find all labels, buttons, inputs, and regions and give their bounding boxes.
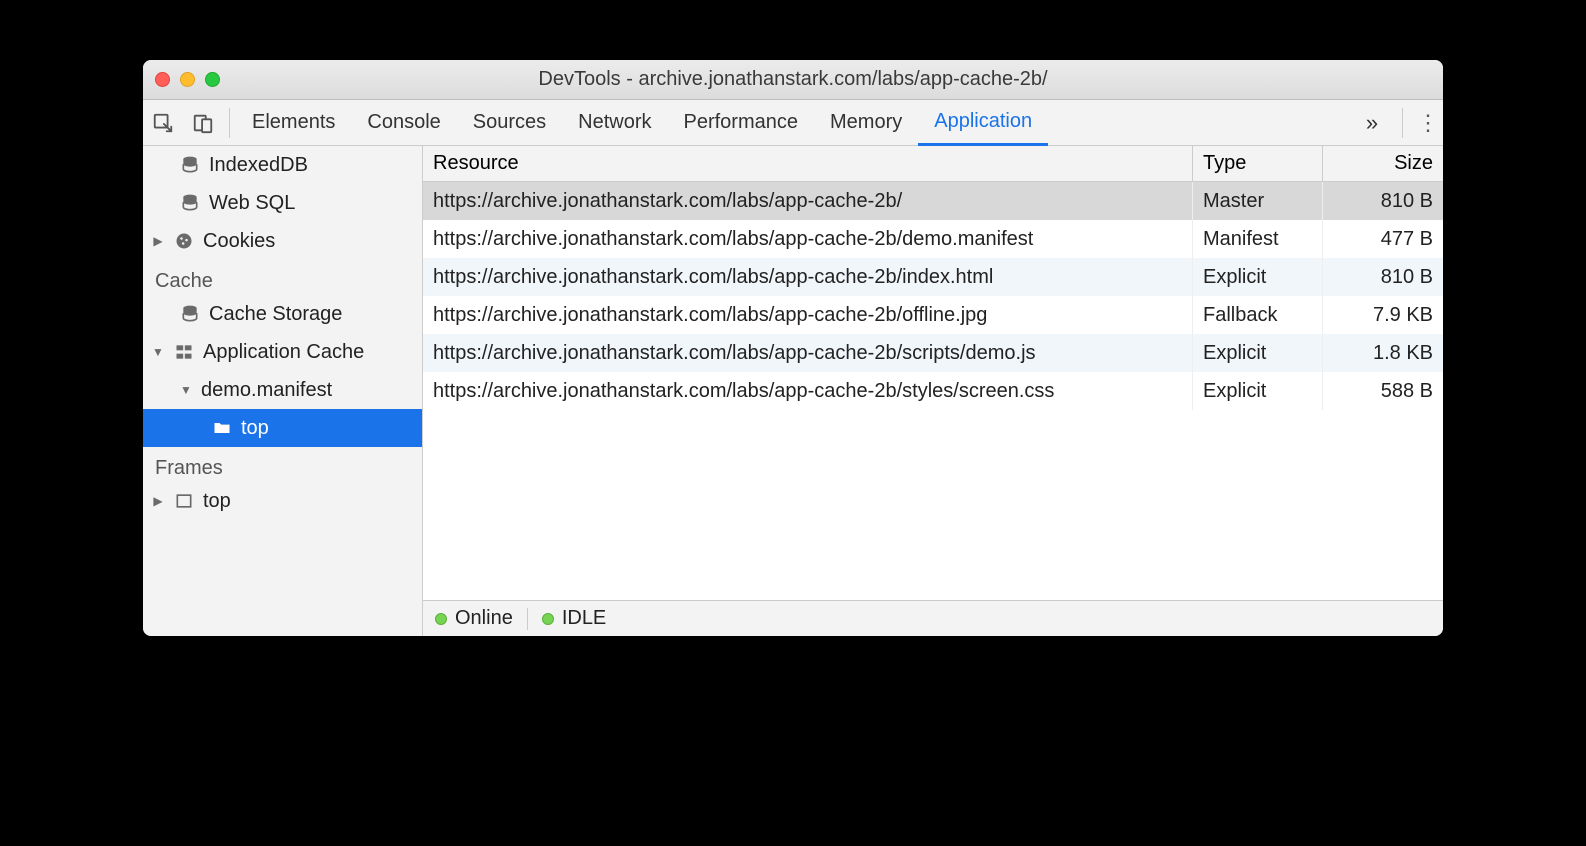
cell-size: 588 B <box>1323 372 1443 410</box>
table-row[interactable]: https://archive.jonathanstark.com/labs/a… <box>423 258 1443 296</box>
toolbar-divider <box>229 108 230 138</box>
status-online: Online <box>435 607 513 630</box>
cell-resource: https://archive.jonathanstark.com/labs/a… <box>423 258 1193 296</box>
cell-resource: https://archive.jonathanstark.com/labs/a… <box>423 296 1193 334</box>
window-title: DevTools - archive.jonathanstark.com/lab… <box>143 68 1443 91</box>
settings-menu-icon[interactable]: ⋮ <box>1413 110 1443 136</box>
resource-grid: Resource Type Size https://archive.jonat… <box>423 146 1443 600</box>
database-icon <box>179 155 201 175</box>
sidebar-item-appcache[interactable]: ▼ Application Cache <box>143 333 422 371</box>
device-toolbar-icon[interactable] <box>183 112 223 134</box>
sidebar-item-websql[interactable]: Web SQL <box>143 184 422 222</box>
status-divider <box>527 608 528 630</box>
tab-elements[interactable]: Elements <box>236 100 351 146</box>
panel-tabs: Elements Console Sources Network Perform… <box>236 100 1352 146</box>
sidebar-item-label: IndexedDB <box>209 154 308 177</box>
status-online-label: Online <box>455 607 513 630</box>
grid-header-row: Resource Type Size <box>423 146 1443 182</box>
table-row[interactable]: https://archive.jonathanstark.com/labs/a… <box>423 182 1443 220</box>
cell-type: Fallback <box>1193 296 1323 334</box>
sidebar-item-label: top <box>203 490 231 513</box>
sidebar-item-indexeddb[interactable]: IndexedDB <box>143 146 422 184</box>
online-indicator-icon <box>435 613 447 625</box>
cell-resource: https://archive.jonathanstark.com/labs/a… <box>423 372 1193 410</box>
collapse-icon[interactable]: ▼ <box>179 383 193 397</box>
cell-type: Explicit <box>1193 334 1323 372</box>
toolbar: Elements Console Sources Network Perform… <box>143 100 1443 146</box>
tabs-overflow-icon[interactable]: » <box>1352 110 1392 136</box>
table-row[interactable]: https://archive.jonathanstark.com/labs/a… <box>423 372 1443 410</box>
cell-type: Manifest <box>1193 220 1323 258</box>
toolbar-divider <box>1402 108 1403 138</box>
sidebar-item-frames-top[interactable]: ▶ top <box>143 482 422 520</box>
tab-network[interactable]: Network <box>562 100 667 146</box>
sidebar-item-manifest[interactable]: ▼ demo.manifest <box>143 371 422 409</box>
cell-type: Master <box>1193 182 1323 220</box>
panel-body: IndexedDB Web SQL ▶ Cookies Cache <box>143 146 1443 636</box>
database-icon <box>179 193 201 213</box>
tab-memory[interactable]: Memory <box>814 100 918 146</box>
sidebar-item-cookies[interactable]: ▶ Cookies <box>143 222 422 260</box>
collapse-icon[interactable]: ▼ <box>151 345 165 359</box>
status-idle-label: IDLE <box>562 607 606 630</box>
cell-size: 810 B <box>1323 182 1443 220</box>
tab-application[interactable]: Application <box>918 100 1048 146</box>
appcache-icon <box>173 342 195 362</box>
column-header-resource[interactable]: Resource <box>423 146 1193 181</box>
titlebar: DevTools - archive.jonathanstark.com/lab… <box>143 60 1443 100</box>
cell-size: 810 B <box>1323 258 1443 296</box>
cookie-icon <box>173 231 195 251</box>
table-row[interactable]: https://archive.jonathanstark.com/labs/a… <box>423 334 1443 372</box>
column-header-type[interactable]: Type <box>1193 146 1323 181</box>
cell-size: 477 B <box>1323 220 1443 258</box>
cell-resource: https://archive.jonathanstark.com/labs/a… <box>423 334 1193 372</box>
sidebar-item-cachestorage[interactable]: Cache Storage <box>143 295 422 333</box>
table-row[interactable]: https://archive.jonathanstark.com/labs/a… <box>423 296 1443 334</box>
table-row[interactable]: https://archive.jonathanstark.com/labs/a… <box>423 220 1443 258</box>
tab-sources[interactable]: Sources <box>457 100 562 146</box>
sidebar-item-label: Cache Storage <box>209 303 342 326</box>
database-icon <box>179 304 201 324</box>
sidebar-item-label: Web SQL <box>209 192 295 215</box>
sidebar-item-label: top <box>241 417 269 440</box>
status-bar: Online IDLE <box>423 600 1443 636</box>
cell-size: 1.8 KB <box>1323 334 1443 372</box>
sidebar-item-label: Cookies <box>203 230 275 253</box>
cell-resource: https://archive.jonathanstark.com/labs/a… <box>423 182 1193 220</box>
expand-icon[interactable]: ▶ <box>151 494 165 508</box>
cell-type: Explicit <box>1193 258 1323 296</box>
folder-icon <box>211 418 233 438</box>
application-sidebar: IndexedDB Web SQL ▶ Cookies Cache <box>143 146 423 636</box>
column-header-size[interactable]: Size <box>1323 146 1443 181</box>
sidebar-item-label: Application Cache <box>203 341 364 364</box>
status-idle: IDLE <box>542 607 606 630</box>
appcache-panel: Resource Type Size https://archive.jonat… <box>423 146 1443 636</box>
frame-icon <box>173 491 195 511</box>
cell-type: Explicit <box>1193 372 1323 410</box>
tab-performance[interactable]: Performance <box>668 100 815 146</box>
sidebar-section-cache: Cache <box>143 260 422 295</box>
grid-body: https://archive.jonathanstark.com/labs/a… <box>423 182 1443 410</box>
cell-resource: https://archive.jonathanstark.com/labs/a… <box>423 220 1193 258</box>
sidebar-item-top-frame[interactable]: top <box>143 409 422 447</box>
devtools-window: DevTools - archive.jonathanstark.com/lab… <box>143 60 1443 636</box>
idle-indicator-icon <box>542 613 554 625</box>
tab-console[interactable]: Console <box>351 100 456 146</box>
sidebar-item-label: demo.manifest <box>201 379 332 402</box>
inspect-element-icon[interactable] <box>143 112 183 134</box>
sidebar-section-frames: Frames <box>143 447 422 482</box>
cell-size: 7.9 KB <box>1323 296 1443 334</box>
expand-icon[interactable]: ▶ <box>151 234 165 248</box>
